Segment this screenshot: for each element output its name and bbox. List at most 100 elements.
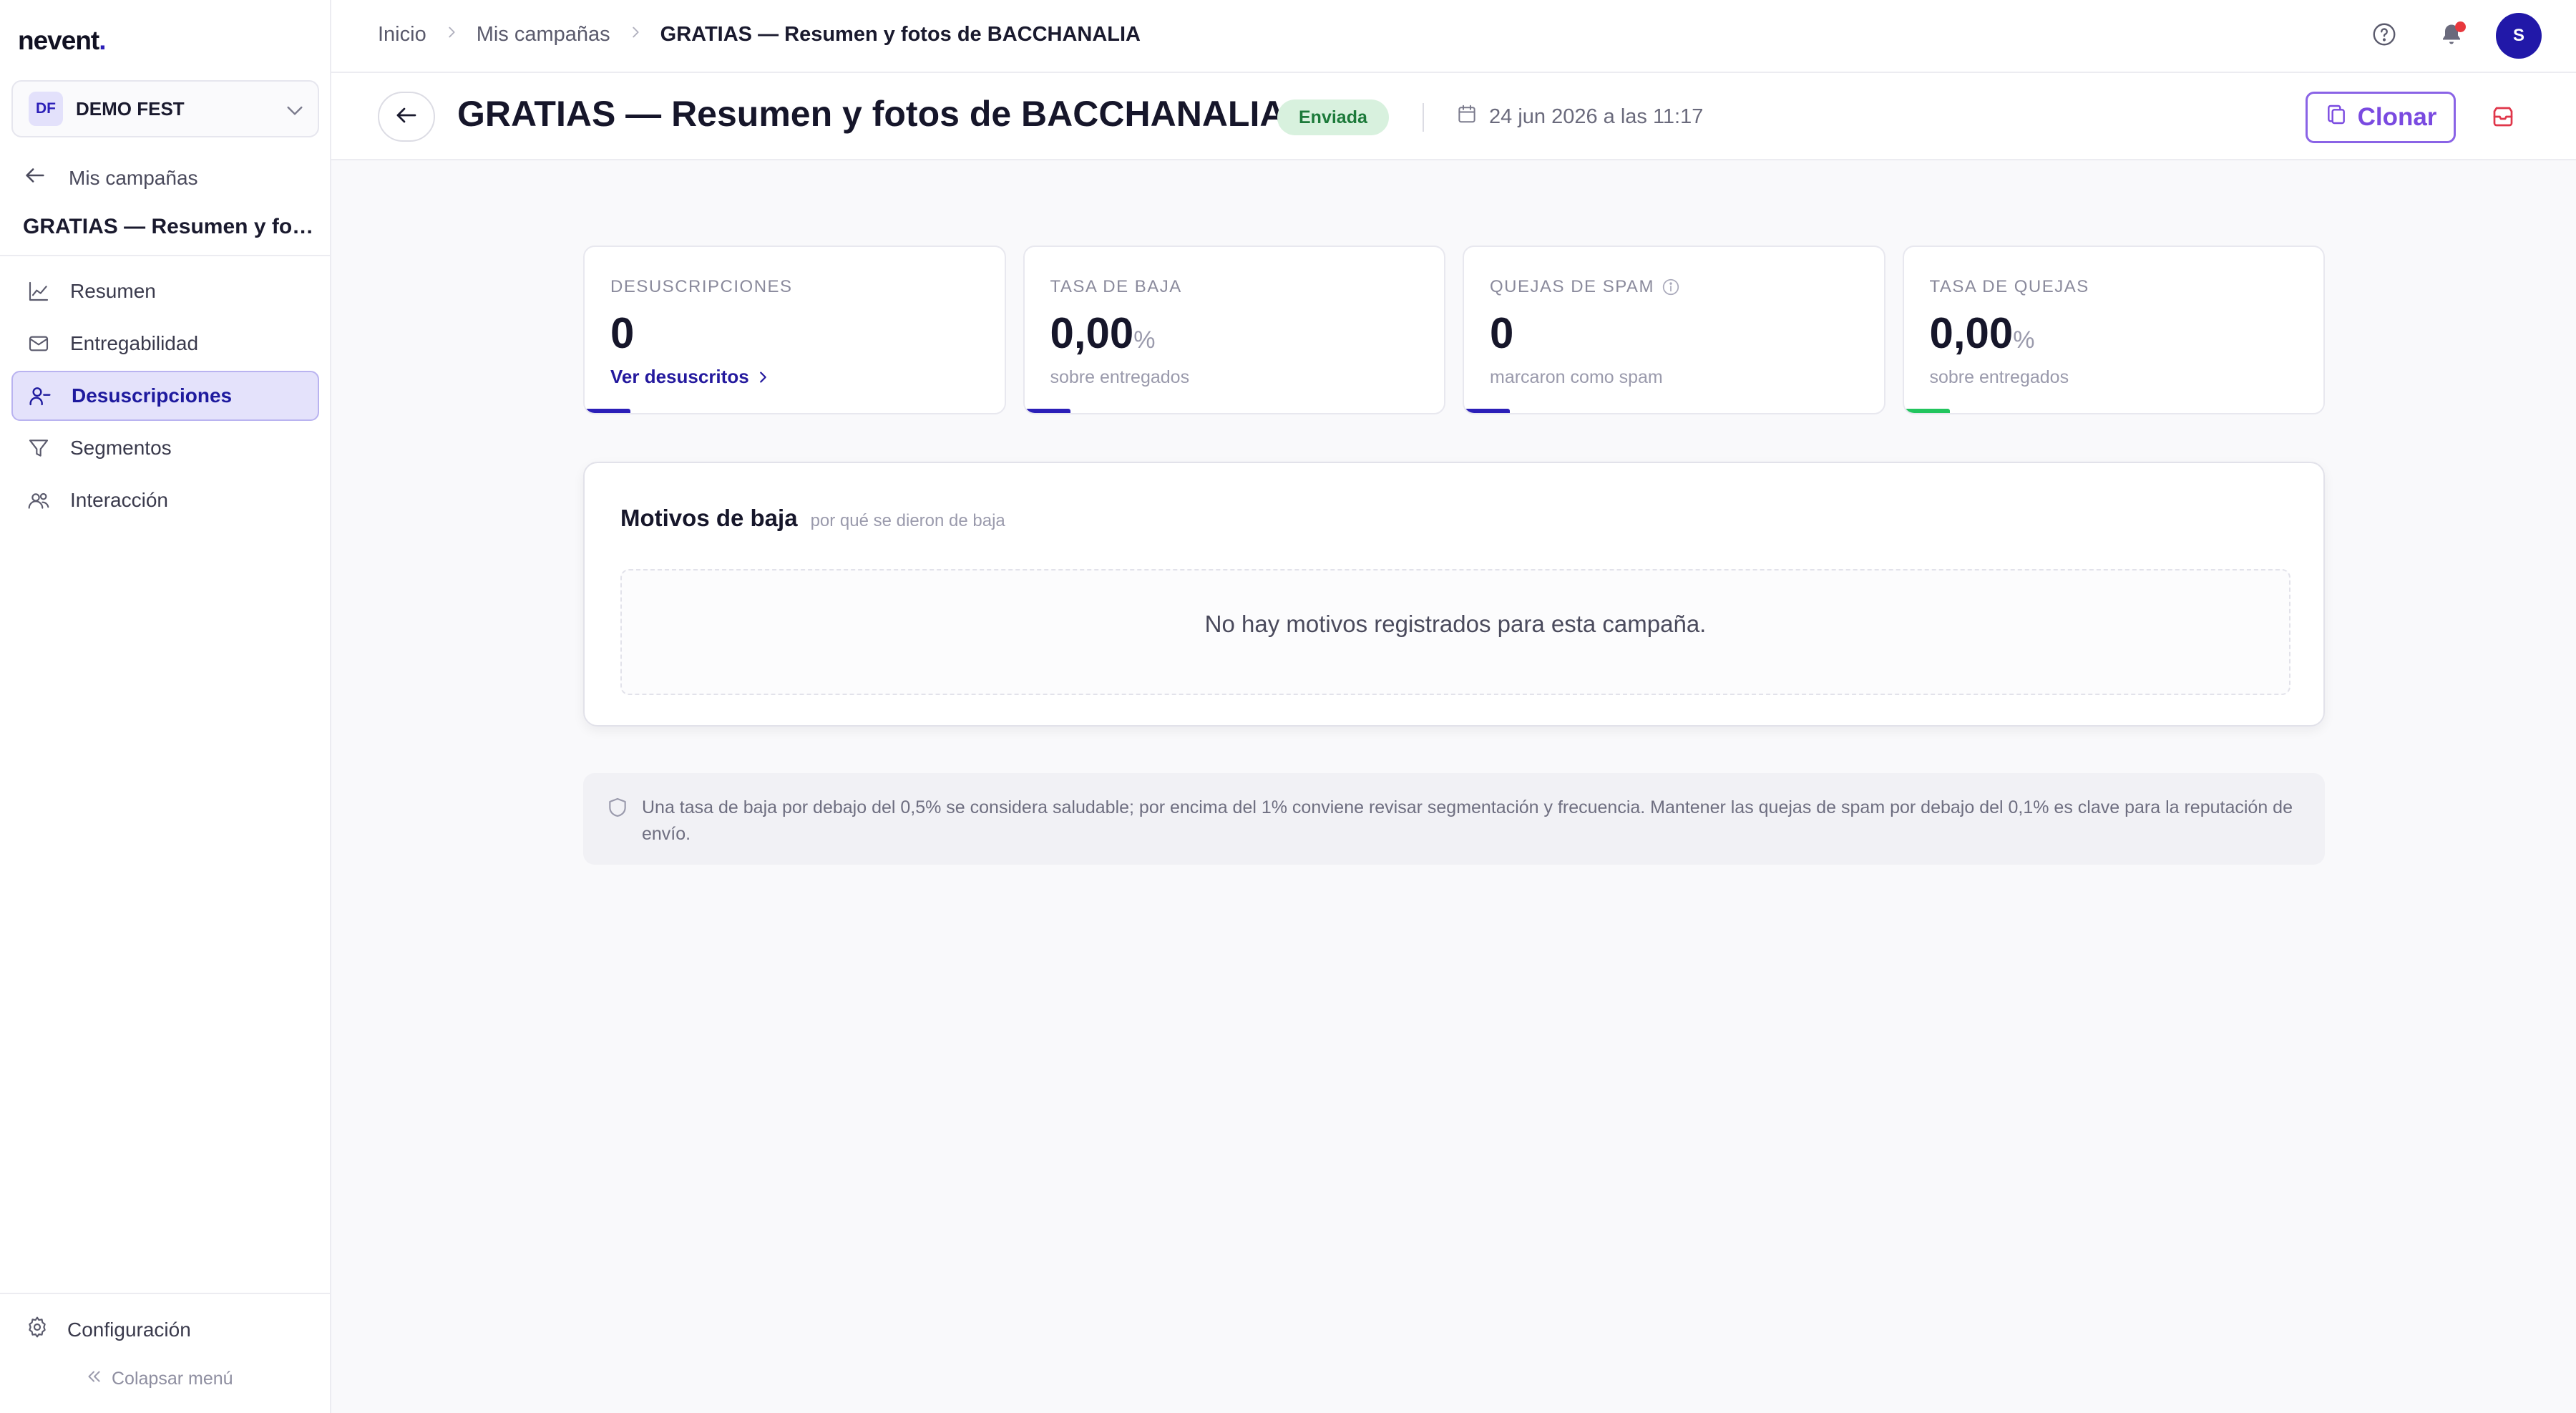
- breadcrumb-mis-campanas[interactable]: Mis campañas: [477, 23, 610, 47]
- back-link-label: Mis campañas: [69, 166, 198, 189]
- stat-accent-bar: [1464, 409, 1510, 413]
- status-badge: Enviada: [1277, 99, 1389, 135]
- sidebar-item-label: Entregabilidad: [70, 332, 199, 354]
- collapse-menu-button[interactable]: Colapsar menú: [84, 1367, 233, 1391]
- campaign-header: GRATIAS — Resumen y fotos de BACCHANALIA…: [331, 73, 2576, 160]
- nevent-logo[interactable]: nevent.: [18, 26, 107, 56]
- mail-icon: [26, 331, 52, 356]
- view-unsubscribed-label: Ver desuscritos: [610, 366, 749, 387]
- chart-line-icon: [26, 278, 52, 304]
- copy-icon: [2325, 103, 2348, 132]
- back-to-campaigns-link[interactable]: Mis campañas: [23, 163, 198, 193]
- stat-value: 0,00%: [1930, 309, 2035, 358]
- stat-value: 0: [610, 309, 634, 358]
- stats-row: DESUSCRIPCIONES 0 Ver desuscritos TASA D…: [583, 246, 2325, 414]
- arrow-left-icon: [23, 163, 47, 193]
- stat-accent-bar: [1024, 409, 1070, 413]
- panel-title-text: Motivos de baja: [620, 505, 798, 531]
- users-icon: [26, 487, 52, 513]
- breadcrumb-current: GRATIAS — Resumen y fotos de BACCHANALIA: [660, 23, 1141, 46]
- sidebar-item-label: Resumen: [70, 280, 156, 302]
- chevron-right-icon: [628, 24, 643, 45]
- send-date-text: 24 jun 2026 a las 11:17: [1489, 105, 1704, 128]
- unsubscribe-reasons-panel: Motivos de baja por qué se dieron de baj…: [583, 462, 2325, 727]
- campaign-nav: Resumen Entregabilidad Desuscripciones S…: [11, 266, 319, 528]
- send-date: 24 jun 2026 a las 11:17: [1456, 103, 1703, 130]
- chevron-right-icon: [755, 369, 771, 385]
- collapse-menu-label: Colapsar menú: [112, 1369, 233, 1389]
- info-note: Una tasa de baja por debajo del 0,5% se …: [583, 773, 2325, 865]
- shield-icon: [606, 796, 629, 822]
- stat-card-quejas-de-spam: QUEJAS DE SPAM 0 marcaron como spam: [1463, 246, 1885, 414]
- chevron-right-icon: [444, 24, 459, 45]
- sidebar-item-resumen[interactable]: Resumen: [11, 266, 319, 316]
- gear-icon: [26, 1316, 49, 1344]
- divider: [0, 1293, 330, 1294]
- stat-accent-bar: [585, 409, 630, 413]
- empty-state: No hay motivos registrados para esta cam…: [620, 569, 2290, 695]
- clone-button-label: Clonar: [2357, 103, 2437, 131]
- user-minus-icon: [27, 383, 53, 409]
- page-title: GRATIAS — Resumen y fotos de BACCHANALIA: [457, 94, 1286, 134]
- back-button[interactable]: [378, 92, 435, 142]
- organization-badge: DF: [29, 92, 63, 126]
- stat-unit: %: [2013, 326, 2035, 354]
- organization-name: DEMO FEST: [76, 97, 185, 120]
- settings-link[interactable]: Configuración: [26, 1316, 191, 1344]
- view-unsubscribed-link[interactable]: Ver desuscritos: [610, 366, 771, 388]
- chevron-down-icon: [283, 99, 306, 125]
- inbox-icon: [2490, 104, 2516, 133]
- stat-unit: %: [1133, 326, 1156, 354]
- notification-dot: [2455, 21, 2466, 32]
- stat-accent-bar: [1903, 409, 1950, 413]
- calendar-icon: [1456, 103, 1478, 130]
- stat-card-tasa-de-quejas: TASA DE QUEJAS 0,00% sobre entregados: [1902, 246, 2325, 414]
- breadcrumb-inicio[interactable]: Inicio: [378, 23, 426, 47]
- help-circle-icon: [2371, 21, 2397, 51]
- logo-text: nevent: [18, 26, 99, 55]
- panel-title: Motivos de baja por qué se dieron de baj…: [620, 505, 1005, 532]
- divider: [0, 255, 330, 256]
- campaign-title: GRATIAS — Resumen y fotos de BACCHANALIA: [23, 215, 316, 238]
- sidebar-item-label: Interacción: [70, 489, 168, 511]
- stat-number: 0,00: [1050, 309, 1134, 357]
- info-icon[interactable]: [1662, 278, 1680, 296]
- notifications-button[interactable]: [2429, 13, 2474, 59]
- arrow-left-icon: [394, 102, 419, 132]
- chevrons-left-icon: [84, 1367, 103, 1391]
- sidebar-item-label: Desuscripciones: [72, 384, 233, 407]
- stat-label-text: QUEJAS DE SPAM: [1490, 277, 1654, 296]
- sidebar-item-desuscripciones[interactable]: Desuscripciones: [11, 371, 319, 421]
- help-button[interactable]: [2361, 13, 2407, 59]
- sidebar-item-segmentos[interactable]: Segmentos: [11, 423, 319, 473]
- app-root: nevent. DF DEMO FEST Mis campañas GRATIA…: [0, 0, 2576, 1413]
- settings-label: Configuración: [67, 1318, 191, 1341]
- stat-label: DESUSCRIPCIONES: [610, 277, 793, 296]
- send-test-button[interactable]: [2485, 100, 2521, 136]
- sidebar-item-interaccion[interactable]: Interacción: [11, 475, 319, 525]
- filter-icon: [26, 435, 52, 461]
- sidebar-item-label: Segmentos: [70, 437, 172, 459]
- topbar-actions: S: [2340, 13, 2542, 59]
- topbar: Inicio Mis campañas GRATIAS — Resumen y …: [331, 0, 2576, 73]
- sidebar-item-entregabilidad[interactable]: Entregabilidad: [11, 319, 319, 369]
- stat-value: 0,00%: [1050, 309, 1156, 358]
- stat-label: QUEJAS DE SPAM: [1490, 277, 1680, 297]
- logo-dot: .: [99, 26, 106, 55]
- stat-card-tasa-de-baja: TASA DE BAJA 0,00% sobre entregados: [1023, 246, 1445, 414]
- divider: [1423, 103, 1424, 132]
- stat-number: 0: [610, 309, 635, 357]
- stat-card-desuscripciones: DESUSCRIPCIONES 0 Ver desuscritos: [583, 246, 1006, 414]
- clone-button[interactable]: Clonar: [2306, 92, 2456, 143]
- stat-subtext: sobre entregados: [1050, 367, 1190, 387]
- stat-number: 0,00: [1929, 309, 2014, 357]
- organization-selector[interactable]: DF DEMO FEST: [11, 80, 319, 137]
- user-avatar[interactable]: S: [2496, 13, 2542, 59]
- stat-label: TASA DE BAJA: [1050, 277, 1182, 296]
- stat-subtext: marcaron como spam: [1490, 367, 1663, 387]
- panel-subtitle: por qué se dieron de baja: [810, 511, 1005, 530]
- stat-value: 0: [1490, 309, 1513, 358]
- stat-label: TASA DE QUEJAS: [1929, 277, 2089, 296]
- breadcrumb: Inicio Mis campañas GRATIAS — Resumen y …: [378, 23, 1141, 47]
- stat-number: 0: [1490, 309, 1514, 357]
